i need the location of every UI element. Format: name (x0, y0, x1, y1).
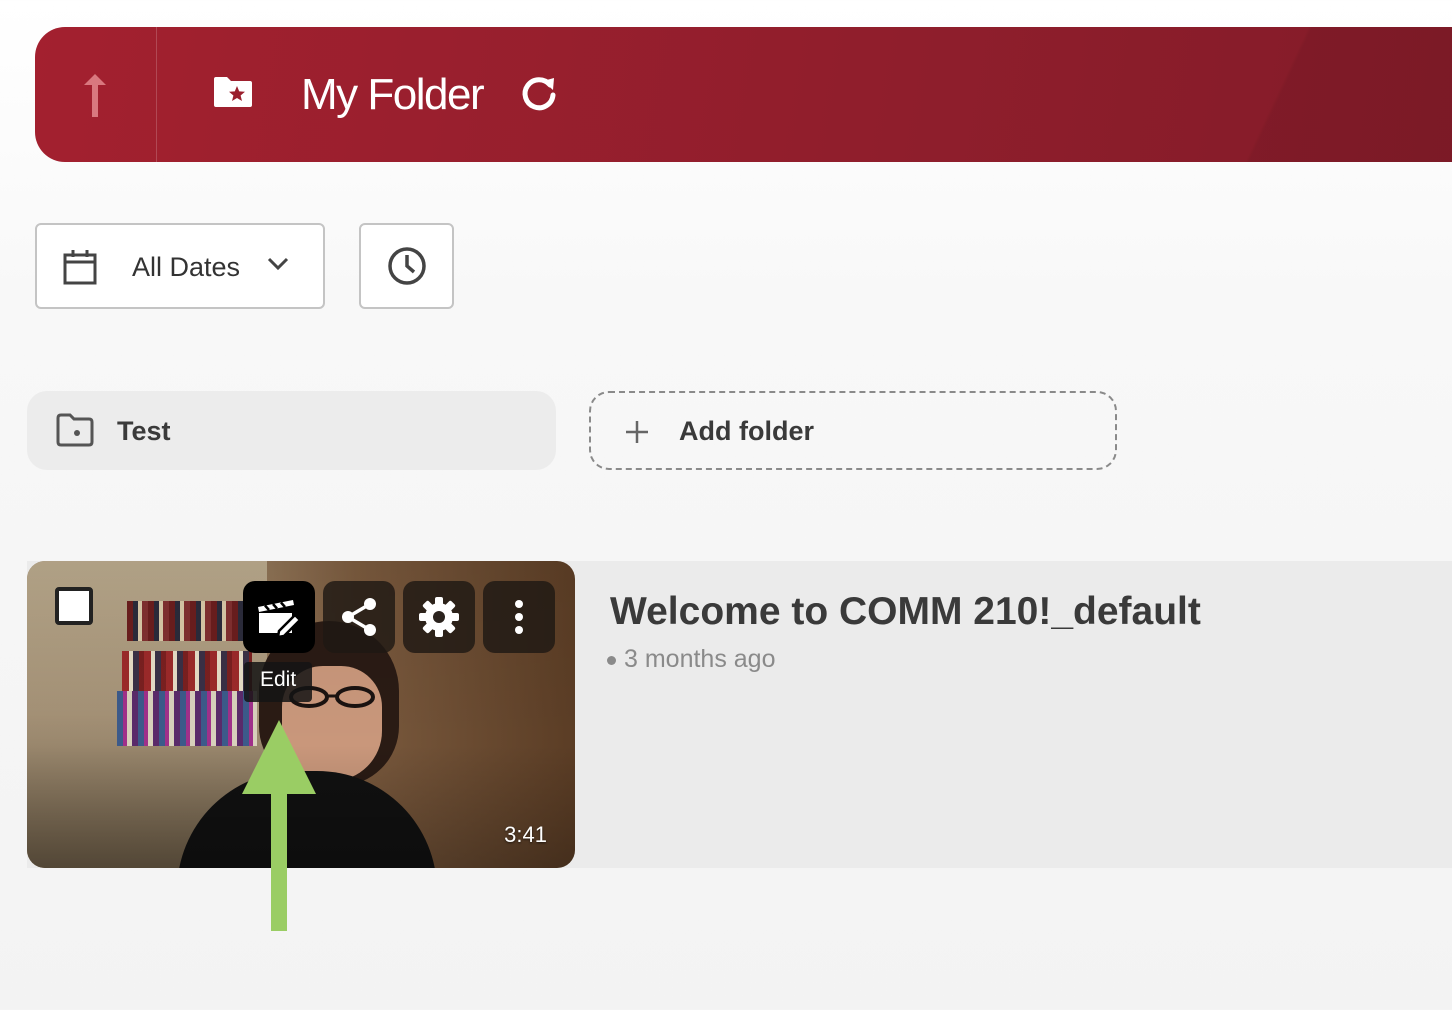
edit-video-icon (258, 600, 302, 637)
calendar-icon (63, 249, 97, 290)
edit-button[interactable] (243, 581, 315, 653)
recent-filter-button[interactable] (359, 223, 454, 309)
video-duration: 3:41 (504, 822, 547, 847)
folder-item-test[interactable]: Test (27, 391, 556, 470)
parent-folder-button[interactable] (35, 27, 157, 162)
chevron-down-icon (267, 257, 289, 276)
video-title[interactable]: Welcome to COMM 210!_default (610, 590, 1201, 634)
more-options-button[interactable] (483, 581, 555, 653)
annotation-arrow (242, 720, 316, 931)
folder-star-icon (212, 75, 254, 114)
share-icon (342, 598, 376, 636)
refresh-icon[interactable] (519, 73, 559, 118)
select-checkbox[interactable] (55, 587, 93, 625)
plus-icon (625, 420, 649, 449)
date-filter-label: All Dates (132, 252, 241, 282)
settings-button[interactable] (403, 581, 475, 653)
folder-icon (56, 413, 94, 452)
video-age: 3 months ago (607, 645, 776, 674)
share-button[interactable] (323, 581, 395, 653)
gear-icon (419, 597, 459, 637)
edit-tooltip: Edit (244, 662, 313, 702)
add-folder-button[interactable]: Add folder (589, 391, 1117, 470)
arrow-up-icon (83, 73, 106, 117)
folder-header: My Folder (35, 27, 1452, 162)
more-vertical-icon (515, 600, 523, 634)
folder-name: Test (117, 416, 171, 446)
video-age-text: 3 months ago (624, 645, 776, 673)
date-filter-dropdown[interactable]: All Dates (35, 223, 325, 309)
add-folder-label: Add folder (679, 416, 814, 446)
clock-icon (387, 247, 426, 285)
page-title: My Folder (301, 70, 485, 119)
